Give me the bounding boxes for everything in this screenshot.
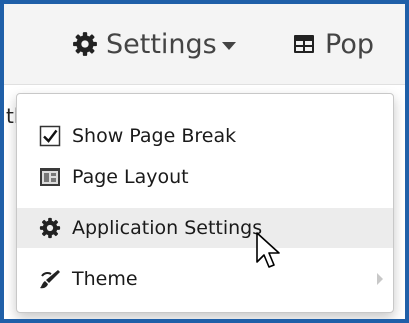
menu-item-label: Theme (72, 268, 138, 290)
page-layout-icon (40, 168, 60, 186)
menu-item-show-page-break[interactable]: Show Page Break (17, 116, 393, 156)
settings-label: Settings (106, 28, 217, 60)
menu-item-page-layout[interactable]: Page Layout (17, 157, 393, 197)
settings-dropdown-button[interactable]: Settings (72, 26, 236, 62)
menu-item-theme[interactable]: Theme (17, 259, 393, 299)
menu-item-application-settings[interactable]: Application Settings (17, 208, 393, 248)
menu-item-label: Application Settings (72, 217, 263, 239)
menu-item-label: Page Layout (72, 166, 189, 188)
checkbox-checked-icon[interactable] (39, 125, 61, 147)
menu-item-label: Show Page Break (72, 125, 237, 147)
paint-brush-icon (40, 270, 60, 289)
gear-icon (73, 32, 97, 56)
caret-down-icon (221, 41, 236, 50)
toolbar-next-label: Pop (325, 28, 374, 60)
settings-dropdown-menu: Show Page Break Page Layout Application … (16, 93, 394, 313)
submenu-arrow-icon (377, 273, 383, 285)
gear-icon (39, 217, 61, 239)
toolbar-next-button[interactable]: Pop (293, 26, 374, 62)
mouse-cursor-icon (256, 232, 280, 268)
toolbar: Settings Pop (4, 4, 405, 85)
table-icon (294, 35, 314, 53)
screenshot-frame: Settings Pop tl Show Page Break Page Lay… (0, 0, 409, 323)
